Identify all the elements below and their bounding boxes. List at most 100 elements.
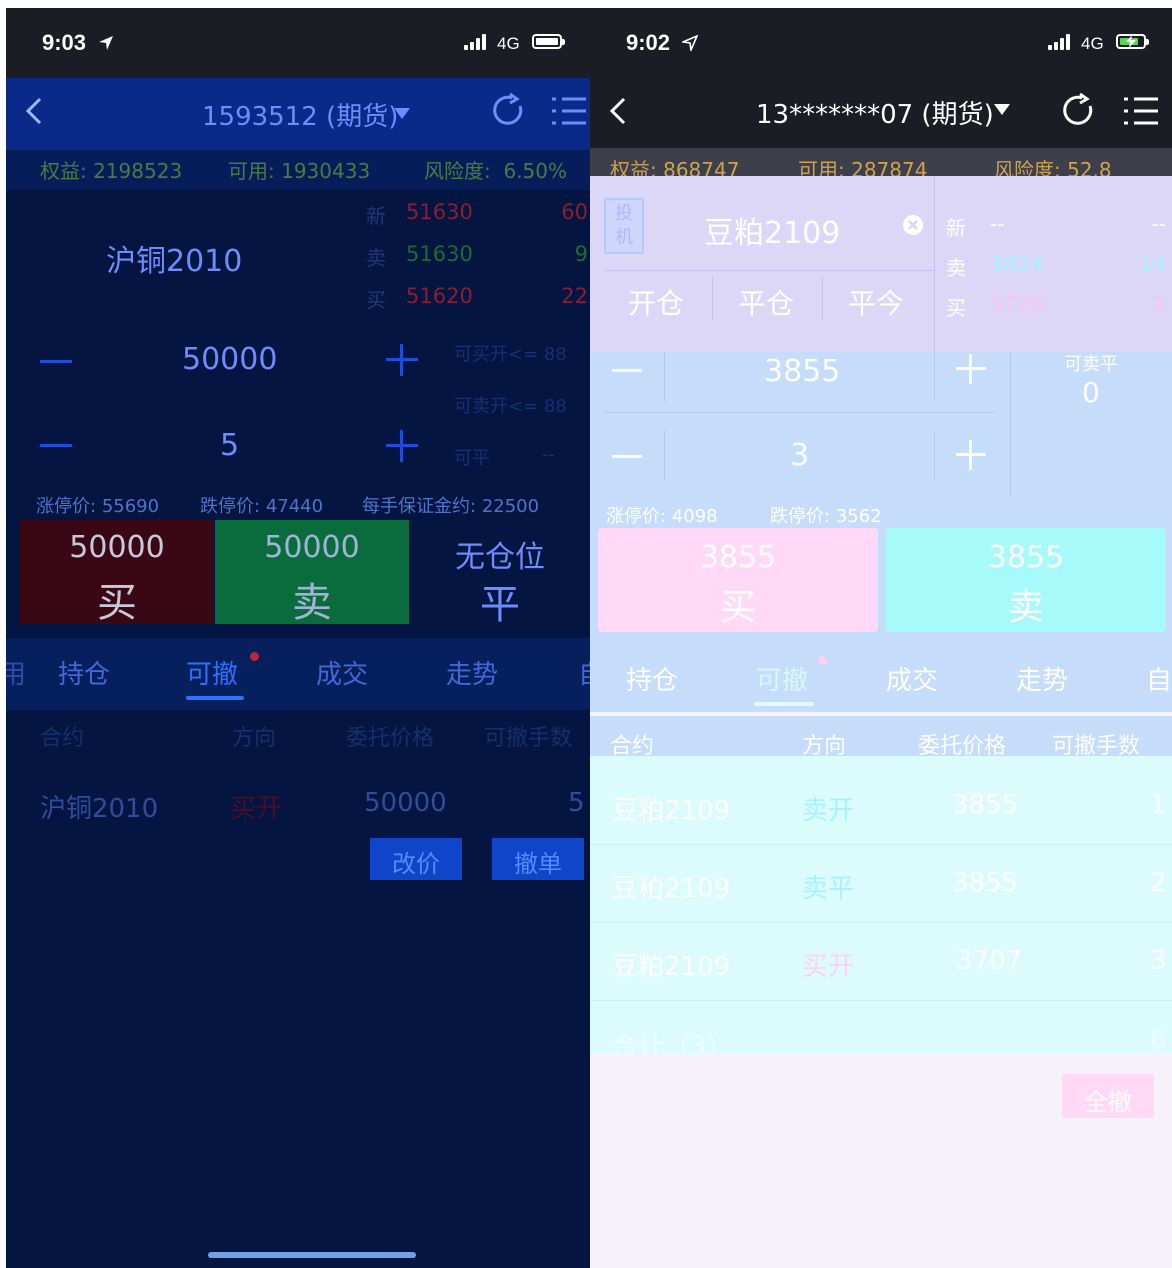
tab-bar: 用 持仓 可撤 成交 走势 自 xyxy=(6,638,590,710)
tab-positions[interactable]: 持仓 xyxy=(626,660,678,697)
back-icon[interactable] xyxy=(24,96,44,126)
mode-close-today[interactable]: 平今 xyxy=(848,282,904,322)
quote-bid-price[interactable]: 3728 xyxy=(990,292,1043,316)
cancel-order-button[interactable]: 撤单 xyxy=(492,838,584,880)
quote-last-price[interactable]: -- xyxy=(990,212,1004,236)
order-qty-input[interactable]: 5 xyxy=(220,428,239,463)
row-price: 3855 xyxy=(952,790,1019,820)
notification-dot xyxy=(250,652,259,661)
order-qty-input[interactable]: 3 xyxy=(790,438,809,473)
quote-last-label: 新 xyxy=(946,216,966,240)
account-title[interactable]: 13*******07 (期货) xyxy=(756,94,994,131)
menu-list-icon[interactable] xyxy=(552,96,586,126)
network-type: 4G xyxy=(1081,34,1104,53)
divider xyxy=(934,430,935,480)
location-arrow-icon xyxy=(99,36,113,50)
tab-trades[interactable]: 成交 xyxy=(316,654,368,691)
col-price: 委托价格 xyxy=(346,726,435,751)
divider xyxy=(664,430,665,480)
location-arrow-icon xyxy=(682,35,698,51)
buy-button[interactable]: 3855 买 xyxy=(598,528,878,632)
close-button-top: 无仓位 xyxy=(455,540,545,575)
mode-close[interactable]: 平仓 xyxy=(738,282,794,322)
order-price-input[interactable]: 3855 xyxy=(764,354,840,389)
tab-positions[interactable]: 持仓 xyxy=(58,654,110,691)
tab-cancelable[interactable]: 可撤 xyxy=(756,660,808,697)
divider xyxy=(934,352,935,402)
cancel-all-button[interactable]: 全撤 xyxy=(1062,1074,1154,1118)
price-minus-button[interactable] xyxy=(612,368,642,374)
row-direction: 卖开 xyxy=(802,796,855,826)
row-direction: 买开 xyxy=(230,794,283,824)
quote-ask-price[interactable]: 3824 xyxy=(990,252,1043,276)
row-price: 3707 xyxy=(956,946,1023,976)
buy-button-price: 50000 xyxy=(69,530,165,565)
signal-icon xyxy=(464,34,490,50)
buy-button-price: 3855 xyxy=(699,540,777,575)
account-title[interactable]: 1593512 (期货) xyxy=(202,96,398,133)
risk-label: 风险度: xyxy=(994,158,1061,176)
table-row[interactable]: 豆粕2109 买开 3707 3 xyxy=(590,924,1172,1001)
table-row[interactable]: 豆粕2109 卖平 3855 2 xyxy=(590,846,1172,923)
order-price-input[interactable]: 50000 xyxy=(182,342,277,377)
table-row[interactable]: 沪铜2010 买开 50000 5 xyxy=(6,780,590,830)
chevron-down-icon[interactable] xyxy=(394,108,410,120)
modify-price-button[interactable]: 改价 xyxy=(370,838,462,880)
left-phone-screen: 9:03 4G 1593512 (期货) 权益: 2198523 可用: 193… xyxy=(6,8,590,1268)
sell-button[interactable]: 3855 卖 xyxy=(886,528,1166,632)
refresh-icon[interactable] xyxy=(1060,92,1096,128)
buy-button[interactable]: 50000 买 xyxy=(20,520,214,626)
sell-button[interactable]: 50000 卖 xyxy=(215,520,409,626)
row-contract: 豆粕2109 xyxy=(612,952,731,982)
price-plus-button[interactable] xyxy=(386,344,418,376)
quote-bid-price[interactable]: 51620 xyxy=(406,284,473,308)
row-contract: 沪铜2010 xyxy=(40,794,159,824)
risk-value: 52.8 xyxy=(1067,158,1112,176)
tab-custom[interactable]: 自 xyxy=(578,654,590,691)
nav-bar: 1593512 (期货) xyxy=(6,78,590,150)
divider xyxy=(604,412,994,413)
qty-plus-button[interactable] xyxy=(956,440,986,470)
table-total-row: 合计（3） 6 xyxy=(590,1002,1172,1062)
mode-open[interactable]: 开仓 xyxy=(628,282,684,322)
network-type: 4G xyxy=(497,34,520,53)
close-available-value: -- xyxy=(542,444,555,465)
refresh-icon[interactable] xyxy=(490,92,526,128)
home-indicator xyxy=(208,1252,416,1258)
price-plus-button[interactable] xyxy=(956,354,986,384)
table-row[interactable]: 豆粕2109 卖开 3855 1 xyxy=(590,768,1172,845)
account-summary-bar: 权益: 868747 可用: 287874 风险度: 52.8 xyxy=(590,148,1172,176)
row-qty: 5 xyxy=(568,788,585,818)
divider xyxy=(604,270,934,271)
quote-ask-qty: 14 xyxy=(1139,252,1166,276)
tab-cancelable[interactable]: 可撤 xyxy=(186,654,238,691)
contract-name[interactable]: 豆粕2109 xyxy=(704,208,840,252)
chevron-down-icon[interactable] xyxy=(994,104,1010,116)
contract-name[interactable]: 沪铜2010 xyxy=(106,236,242,280)
col-direction: 方向 xyxy=(232,726,277,751)
buy-button-label: 买 xyxy=(97,580,137,626)
quote-ask-qty: 9 xyxy=(574,242,588,266)
close-position-button[interactable]: 无仓位 平 xyxy=(410,520,590,628)
quote-bid-qty: 1 xyxy=(1152,292,1166,316)
table-header: 合约 方向 委托价格 可撤手数 xyxy=(6,710,590,756)
tab-trades[interactable]: 成交 xyxy=(886,660,938,697)
quote-ask-price[interactable]: 51630 xyxy=(406,242,473,266)
quote-last-price[interactable]: 51630 xyxy=(406,200,473,224)
equity-value: 868747 xyxy=(663,158,740,176)
price-minus-button[interactable] xyxy=(40,358,72,366)
tab-trend[interactable]: 走势 xyxy=(446,654,498,691)
tab-custom[interactable]: 自 xyxy=(1146,660,1172,697)
margin-per-lot: 每手保证金约: 22500 xyxy=(362,496,540,517)
menu-list-icon[interactable] xyxy=(1124,96,1158,126)
back-icon[interactable] xyxy=(608,96,628,126)
qty-plus-button[interactable] xyxy=(386,430,418,462)
sell-button-price: 50000 xyxy=(264,530,360,565)
qty-minus-button[interactable] xyxy=(612,454,642,460)
tab-bar: 持仓 可撤 成交 走势 自 xyxy=(590,648,1172,712)
qty-minus-button[interactable] xyxy=(40,442,72,450)
clear-icon[interactable] xyxy=(902,214,924,236)
tab-trend[interactable]: 走势 xyxy=(1016,660,1068,697)
limit-down: 跌停价: 47440 xyxy=(200,496,324,517)
quote-bid-qty: 22 xyxy=(561,284,588,308)
